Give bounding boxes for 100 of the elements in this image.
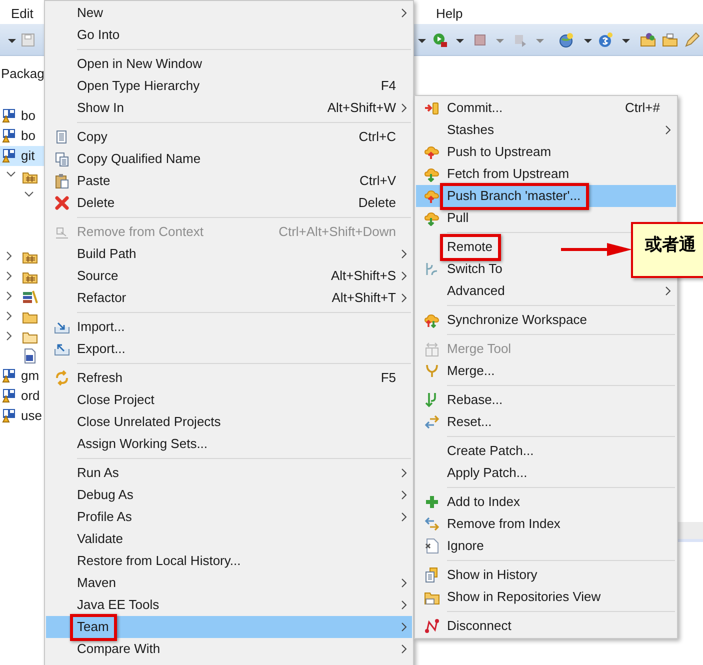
- file-icon: [22, 348, 38, 364]
- refresh-icon: [54, 370, 70, 386]
- shortcut-text: Delete: [358, 194, 396, 212]
- sync-icon: [424, 312, 440, 328]
- menu-item[interactable]: Export...: [46, 338, 412, 360]
- clipboard-icon: [54, 173, 70, 189]
- menu-item[interactable]: Add to Index: [416, 491, 676, 513]
- menu-item[interactable]: Refactor Alt+Shift+T: [46, 287, 412, 309]
- menu-item[interactable]: Profile As: [46, 506, 412, 528]
- copy-icon: [54, 129, 70, 145]
- pencil-icon[interactable]: [684, 32, 700, 48]
- cloud-upload-icon: [424, 188, 440, 204]
- cloud-upload-icon: [424, 144, 440, 160]
- cloud-download-icon: [424, 166, 440, 182]
- menu-item[interactable]: Import...: [46, 316, 412, 338]
- menu-item[interactable]: Fetch from Upstream: [416, 163, 676, 185]
- caret-down-icon[interactable]: [622, 39, 630, 43]
- menu-item[interactable]: Push Branch 'master'...: [416, 185, 676, 207]
- menu-item[interactable]: Create Patch...: [416, 440, 676, 462]
- shortcut-text: F5: [380, 369, 396, 388]
- menu-item[interactable]: Run As: [46, 462, 412, 484]
- folder-icon[interactable]: [662, 32, 678, 48]
- highlight-frame: [70, 614, 117, 641]
- branch-icon: [424, 261, 440, 277]
- view-tab[interactable]: Packag: [0, 58, 44, 88]
- menu-item[interactable]: Compare With: [46, 638, 412, 660]
- shortcut-text: Alt+Shift+S: [330, 267, 396, 286]
- shortcut-text: Alt+Shift+W: [327, 99, 396, 118]
- menu-item[interactable]: Refresh F5: [46, 367, 412, 389]
- menu-item[interactable]: Team: [46, 616, 412, 638]
- menu-item[interactable]: Open in New Window: [46, 53, 412, 75]
- highlight-frame: [440, 234, 501, 261]
- delete-icon: [54, 195, 70, 211]
- folder-icon[interactable]: [640, 32, 656, 48]
- copy-icon: [54, 151, 70, 167]
- menu-item[interactable]: Switch To: [416, 258, 676, 280]
- menu-item[interactable]: Push to Upstream: [416, 141, 676, 163]
- shortcut-text: F4: [380, 77, 396, 96]
- menu-bar-item[interactable]: Help: [430, 4, 469, 24]
- books-icon: [22, 288, 38, 304]
- menu-item[interactable]: Paste Ctrl+V: [46, 170, 412, 192]
- reset-icon: [424, 414, 440, 430]
- tree-item[interactable]: bo: [0, 106, 44, 126]
- caret-down-icon[interactable]: [584, 39, 592, 43]
- menu-item[interactable]: Build Path: [46, 243, 412, 265]
- menu-item[interactable]: Open Type Hierarchy F4: [46, 75, 412, 97]
- menu-item[interactable]: Disconnect: [416, 615, 676, 637]
- stop-icon[interactable]: [472, 32, 488, 48]
- menu-item[interactable]: Show In Alt+Shift+W: [46, 97, 412, 119]
- ignore-icon: [424, 538, 440, 554]
- menu-item[interactable]: Restore from Local History...: [46, 550, 412, 572]
- menu-item[interactable]: Commit... Ctrl+#: [416, 97, 676, 119]
- menu-item[interactable]: Copy Ctrl+C: [46, 126, 412, 148]
- menu-item[interactable]: Pull: [416, 207, 676, 229]
- merge-icon: [424, 363, 440, 379]
- tree-item[interactable]: bo: [0, 126, 44, 146]
- menu-item[interactable]: Java EE Tools: [46, 594, 412, 616]
- menu-item[interactable]: Merge...: [416, 360, 676, 382]
- caret-down-icon[interactable]: [8, 39, 16, 43]
- menu-item[interactable]: Source Alt+Shift+S: [46, 265, 412, 287]
- menu-item[interactable]: New: [46, 2, 412, 24]
- menu-item[interactable]: Show in History: [416, 564, 676, 586]
- menu-item[interactable]: Ignore: [416, 535, 676, 557]
- menu-item[interactable]: Debug As: [46, 484, 412, 506]
- menu-item[interactable]: Synchronize Workspace: [416, 309, 676, 331]
- tree-item[interactable]: gm: [0, 366, 44, 386]
- menu-item[interactable]: Rebase...: [416, 389, 676, 411]
- shortcut-text: Alt+Shift+T: [332, 289, 396, 308]
- menu-item[interactable]: Close Project: [46, 389, 412, 411]
- caret-down-icon[interactable]: [456, 39, 464, 43]
- project-icon: [2, 148, 18, 164]
- menu-item[interactable]: Reset...: [416, 411, 676, 433]
- menu-item[interactable]: Advanced: [416, 280, 676, 302]
- menu-item[interactable]: Delete Delete: [46, 192, 412, 214]
- menu-item[interactable]: Assign Working Sets...: [46, 433, 412, 455]
- tree-item[interactable]: ord: [0, 386, 44, 406]
- tree-item[interactable]: git: [0, 146, 44, 166]
- menu-item[interactable]: Show in Repositories View: [416, 586, 676, 608]
- menu-item[interactable]: Apply Patch...: [416, 462, 676, 484]
- commit-icon: [424, 100, 440, 116]
- run-icon[interactable]: [432, 32, 448, 48]
- merge-tool-icon: [424, 341, 440, 357]
- arrows-icon: [424, 516, 440, 532]
- shortcut-text: Ctrl+V: [360, 172, 396, 190]
- menu-item[interactable]: Remove from Index: [416, 513, 676, 535]
- callout-text: 或者通: [645, 234, 697, 256]
- cloud-download-icon: [424, 210, 440, 226]
- caret-down-icon[interactable]: [418, 39, 426, 43]
- menu-item[interactable]: Validate: [46, 528, 412, 550]
- menu-item[interactable]: Go Into: [46, 24, 412, 46]
- menu-item[interactable]: Copy Qualified Name: [46, 148, 412, 170]
- menu-item[interactable]: Close Unrelated Projects: [46, 411, 412, 433]
- tree-item[interactable]: use: [0, 406, 44, 426]
- menu-item[interactable]: Maven: [46, 572, 412, 594]
- history-icon: [424, 567, 440, 583]
- shortcut-text: Ctrl+#: [624, 99, 660, 118]
- menu-bar-item[interactable]: Edit: [5, 4, 40, 24]
- globe-icon[interactable]: [558, 32, 574, 48]
- shortcut-text: Ctrl+C: [358, 128, 396, 146]
- menu-item[interactable]: Stashes: [416, 119, 676, 141]
